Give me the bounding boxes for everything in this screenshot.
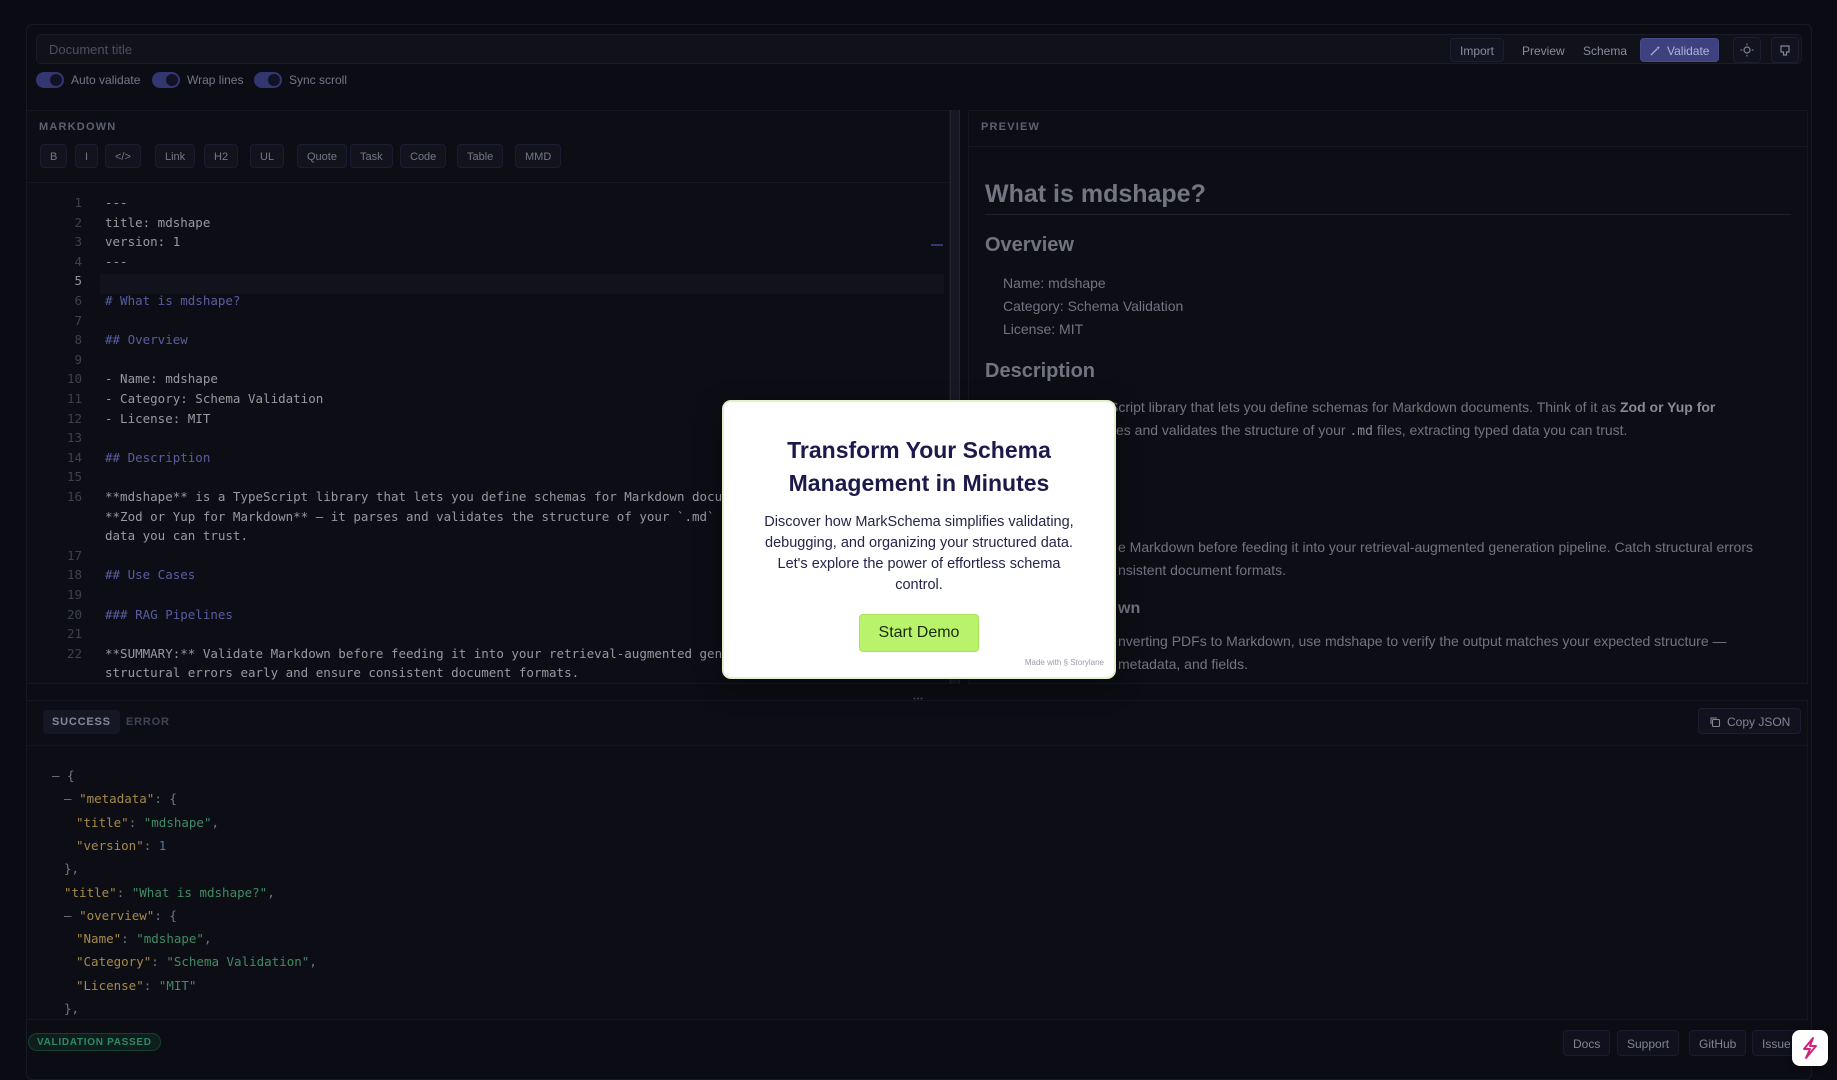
- start-demo-button[interactable]: Start Demo: [859, 614, 979, 652]
- modal-title: Transform Your Schema Management in Minu…: [787, 437, 1051, 496]
- app-root: Document title Import Preview Schema Val…: [0, 0, 1837, 1080]
- demo-modal: Transform Your Schema Management in Minu…: [724, 402, 1114, 677]
- modal-body: Discover how MarkSchema simplifies valid…: [764, 514, 1074, 593]
- storylane-icon: [1803, 1037, 1817, 1059]
- storylane-credit[interactable]: Made with § Storylane: [1025, 658, 1104, 667]
- storylane-launcher-button[interactable]: [1792, 1030, 1828, 1066]
